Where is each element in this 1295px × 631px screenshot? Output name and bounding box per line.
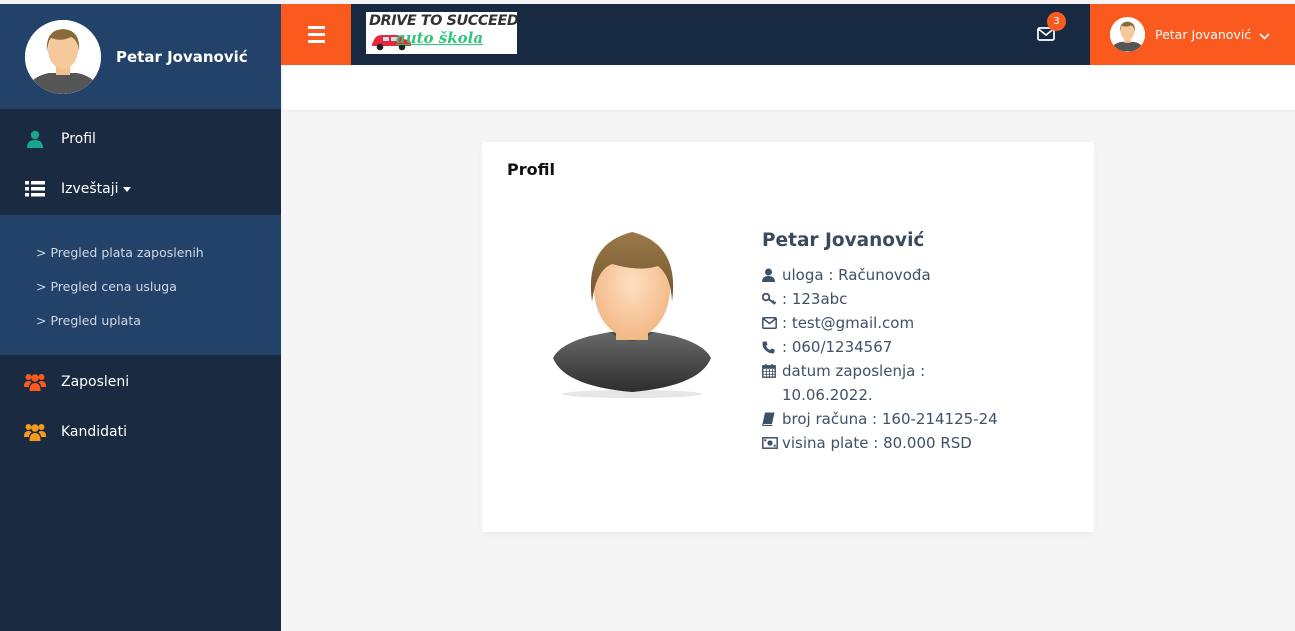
sidebar-item-label: Kandidati	[61, 424, 128, 440]
notification-badge: 3	[1047, 12, 1066, 31]
envelope-icon	[762, 311, 780, 335]
list-icon	[24, 180, 46, 198]
topbar-user-name: Petar Jovanović	[1155, 27, 1252, 42]
submenu-item-uplate[interactable]: > Pregled uplata	[0, 303, 281, 337]
reports-submenu: > Pregled plata zaposlenih > Pregled cen…	[0, 215, 281, 355]
caret-down-icon	[122, 186, 131, 192]
profile-name: Petar Jovanović	[762, 230, 925, 251]
phone-row: : 060/1234567	[762, 335, 1062, 359]
role-row: uloga : Računovođa	[762, 263, 1062, 287]
avatar	[25, 19, 101, 94]
email-row: : test@gmail.com	[762, 311, 1062, 335]
user-icon	[762, 263, 780, 287]
user-icon	[24, 130, 46, 148]
employment-date-row: datum zaposlenja : 10.06.2022.	[762, 359, 1062, 407]
sidebar-header: Petar Jovanović	[0, 4, 281, 109]
sidebar-user-name: Petar Jovanović	[116, 47, 248, 66]
profile-card: Profil Petar Jovanović uloga: Računovođ…	[482, 142, 1094, 532]
users-icon	[24, 423, 46, 441]
profile-info: Petar Jovanović uloga : Računovođa : 123…	[762, 230, 1062, 455]
logo[interactable]: DRIVE TO SUCCEED auto škola	[366, 12, 517, 54]
avatar	[1110, 17, 1145, 52]
sidebar-item-kandidati[interactable]: Kandidati	[0, 407, 281, 457]
salary-row: visina plate : 80.000 RSD	[762, 431, 1062, 455]
submenu-item-plate[interactable]: > Pregled plata zaposlenih	[0, 235, 281, 269]
sidebar-item-label: Profil	[61, 131, 96, 147]
logo-title: DRIVE TO SUCCEED	[369, 13, 517, 29]
sidebar: Petar Jovanović Profil Izveštaji > Pregl…	[0, 4, 281, 631]
account-row: broj računa : 160-214125-24	[762, 407, 1062, 431]
money-bill-icon	[762, 431, 780, 455]
menu-toggle-button[interactable]	[281, 4, 351, 65]
key-icon	[762, 287, 780, 311]
sidebar-item-izvestaji[interactable]: Izveštaji	[0, 164, 281, 214]
logo-subtitle: auto škola	[396, 29, 484, 47]
topbar: DRIVE TO SUCCEED auto škola 3 Petar Jova…	[281, 4, 1295, 65]
book-icon	[762, 407, 780, 431]
user-menu-dropdown[interactable]: Petar Jovanović	[1090, 4, 1295, 65]
card-title: Profil	[507, 160, 555, 179]
calendar-icon	[762, 359, 780, 383]
sidebar-item-profil[interactable]: Profil	[0, 114, 281, 164]
chevron-down-icon	[1259, 25, 1270, 44]
password-row: : 123abc	[762, 287, 1062, 311]
profile-avatar	[550, 226, 714, 398]
users-icon	[24, 373, 46, 391]
sidebar-item-zaposleni[interactable]: Zaposleni	[0, 357, 281, 407]
phone-icon	[762, 335, 780, 359]
content-header-bar	[283, 65, 1295, 110]
sidebar-item-label: Zaposleni	[61, 374, 130, 390]
submenu-item-cene[interactable]: > Pregled cena usluga	[0, 269, 281, 303]
sidebar-item-label: Izveštaji	[61, 181, 119, 197]
hamburger-icon	[307, 24, 325, 45]
